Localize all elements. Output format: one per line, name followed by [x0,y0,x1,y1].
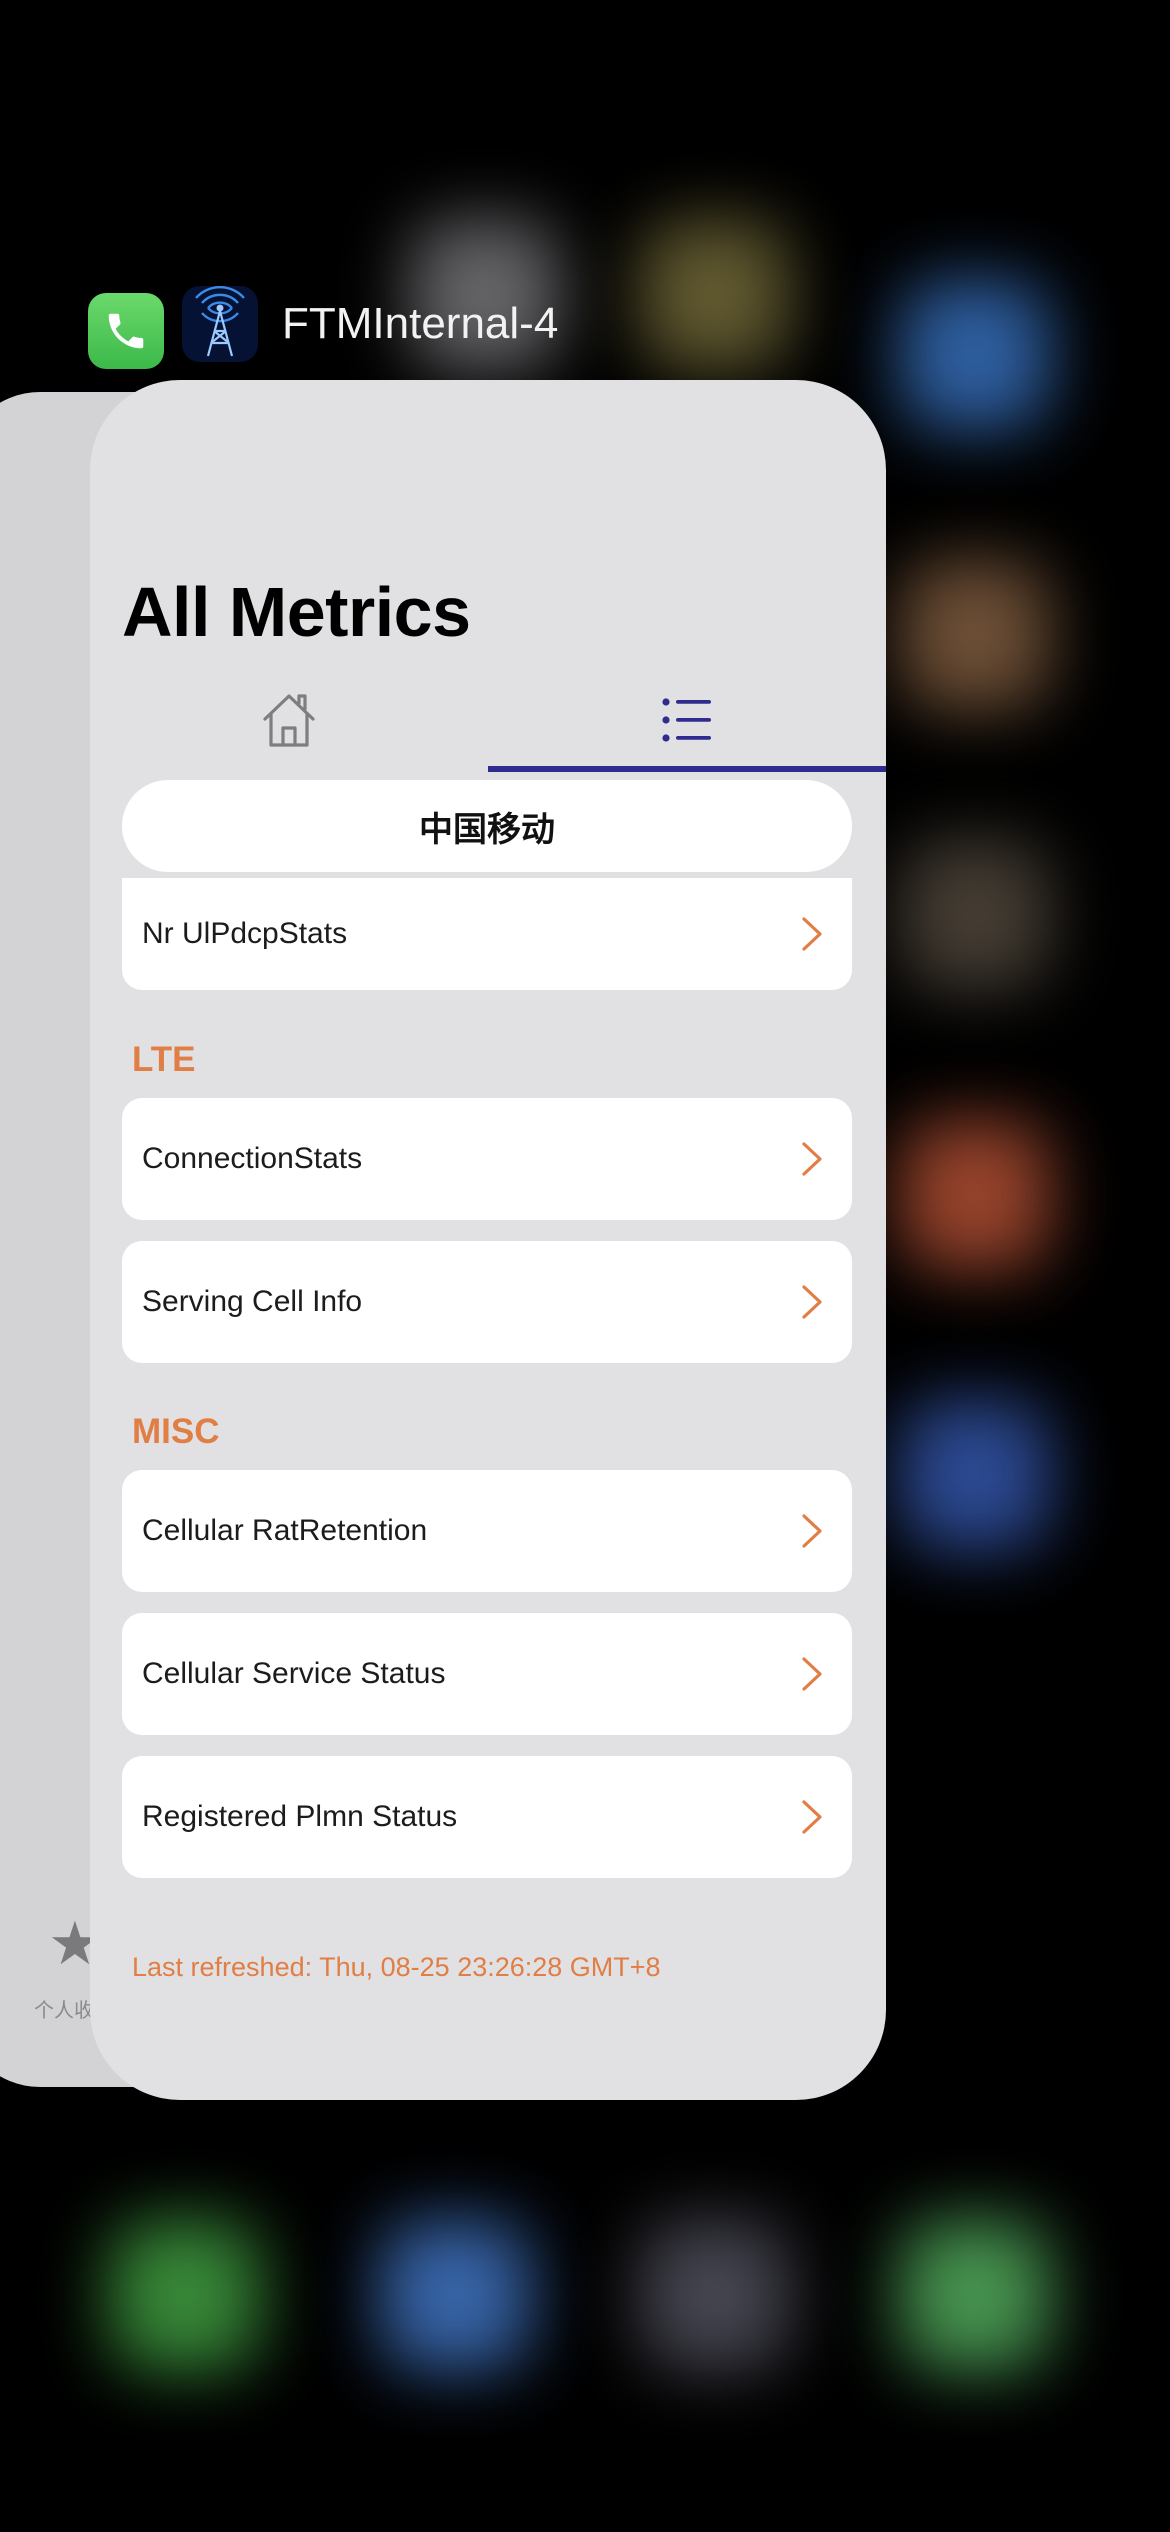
app-switcher-title: FTMInternal-4 [282,299,559,348]
cell-tower-icon [182,286,258,362]
metric-row-label: Cellular RatRetention [142,1514,428,1547]
app-switcher: ★ 个人收 FTMInternal-4 All Metrics 中国移动 Nr … [0,0,1170,2532]
section-header-lte: LTE [132,1040,196,1079]
app-card[interactable]: All Metrics 中国移动 Nr UlPdcpStats LTE Conn… [90,380,886,2100]
page-title: All Metrics [122,573,471,651]
app-switcher-header: FTMInternal-4 [88,278,558,370]
metric-row-label: ConnectionStats [142,1142,363,1175]
blurred-home-icon [900,840,1050,990]
blurred-dock-icon [380,2220,530,2370]
carrier-selector[interactable]: 中国移动 [122,780,852,872]
metric-row-serving-cell-info[interactable]: Serving Cell Info [122,1241,852,1363]
metric-row-label: Nr UlPdcpStats [142,917,348,950]
blurred-home-icon [640,220,790,370]
blurred-home-icon [900,1120,1050,1270]
tab-list[interactable] [488,660,886,780]
ftm-app-icon[interactable] [182,286,258,362]
metric-row-label: Serving Cell Info [142,1285,363,1318]
last-refreshed-text: Last refreshed: Thu, 08-25 23:26:28 GMT+… [132,1952,661,1982]
metric-row-cellular-ratretention[interactable]: Cellular RatRetention [122,1470,852,1592]
tab-home[interactable] [90,660,488,780]
blurred-home-icon [900,280,1050,430]
blurred-home-icon [900,1400,1050,1550]
favorites-tab-label: 个人收 [34,1998,94,2022]
blurred-dock-icon [640,2220,790,2370]
metric-row-label: Registered Plmn Status [142,1800,458,1833]
phone-app-icon[interactable] [88,293,164,369]
metric-row-connectionstats[interactable]: ConnectionStats [122,1098,852,1220]
selected-tab-indicator [488,766,886,772]
chevron-right-icon [802,1285,822,1319]
metric-row-label: Cellular Service Status [142,1657,446,1690]
blurred-home-icon [900,560,1050,710]
section-header-misc: MISC [132,1412,220,1451]
blurred-dock-icon [110,2220,260,2370]
blurred-dock-icon [900,2220,1050,2370]
chevron-right-icon [802,917,822,951]
metric-row-cellular-service-status[interactable]: Cellular Service Status [122,1613,852,1735]
list-icon [662,698,711,742]
metric-row-registered-plmn-status[interactable]: Registered Plmn Status [122,1756,852,1878]
chevron-right-icon [802,1800,822,1834]
phone-icon [108,313,144,349]
house-icon [263,694,315,747]
chevron-right-icon [802,1142,822,1176]
chevron-right-icon [802,1514,822,1548]
chevron-right-icon [802,1657,822,1691]
metric-row-nr-ulpdcpstats[interactable]: Nr UlPdcpStats [122,878,852,990]
